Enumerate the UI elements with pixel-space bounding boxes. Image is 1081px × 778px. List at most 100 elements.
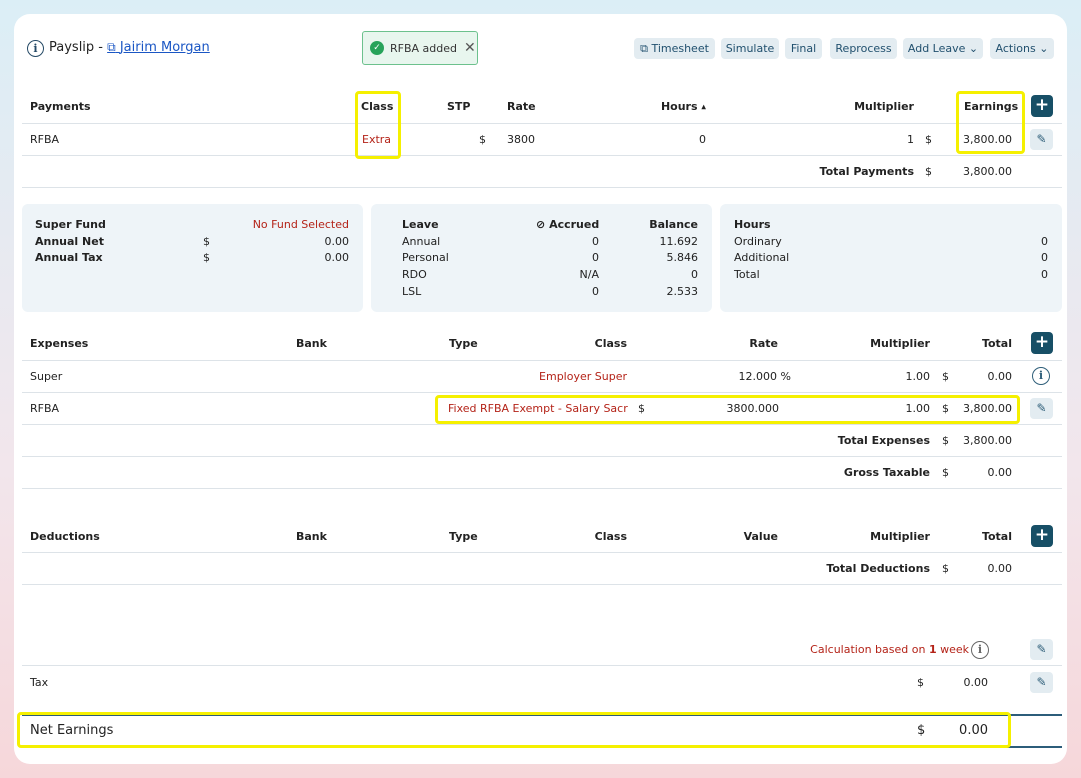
- final-button[interactable]: Final: [785, 38, 822, 59]
- leave-balance: 2.533: [666, 285, 699, 298]
- super-fund-label: Super Fund: [35, 218, 106, 231]
- divider: [22, 360, 1062, 361]
- expense-multiplier: 1.00: [905, 370, 931, 383]
- col-header-hours[interactable]: Hours ▲: [614, 100, 706, 113]
- leave-balance: 11.692: [659, 235, 699, 248]
- divider: [22, 665, 1062, 666]
- col-header-multiplier: Multiplier: [870, 337, 930, 350]
- payment-rate-currency: $: [479, 133, 486, 146]
- divider: [22, 424, 1062, 425]
- employee-link[interactable]: ⧉ Jairim Morgan: [107, 40, 210, 55]
- hours-header: Hours: [734, 218, 771, 231]
- leave-accrued: 0: [592, 285, 599, 298]
- super-panel: Super Fund No Fund Selected Annual Net $…: [22, 204, 363, 312]
- divider: [22, 155, 1062, 156]
- annual-net-label: Annual Net: [35, 235, 104, 248]
- final-label: Final: [790, 42, 817, 55]
- hours-value: 0: [1041, 268, 1048, 281]
- reprocess-button[interactable]: Reprocess: [830, 38, 897, 59]
- calculation-basis: Calculation based on 1 week: [714, 643, 969, 656]
- net-earnings-currency: $: [917, 723, 926, 738]
- expense-total: 3,800.00: [963, 402, 1012, 415]
- net-earnings-divider: [22, 714, 1062, 716]
- total-deductions-label: Total Deductions: [826, 562, 930, 575]
- edit-tax-button[interactable]: ✎: [1030, 672, 1053, 693]
- super-fund-value: No Fund Selected: [252, 218, 349, 231]
- edit-payment-button[interactable]: ✎: [1030, 129, 1053, 150]
- divider: [22, 123, 1062, 124]
- add-deduction-button[interactable]: +: [1031, 525, 1053, 547]
- leave-accrued: 0: [592, 251, 599, 264]
- highlight-box: [17, 712, 1011, 748]
- employee-name: Jairim Morgan: [119, 40, 210, 55]
- col-header-total: Total: [981, 530, 1012, 543]
- leave-header: Leave: [402, 218, 439, 231]
- expense-class: Employer Super: [539, 370, 627, 383]
- col-header-multiplier: Multiplier: [854, 100, 914, 113]
- calculation-unit: week: [936, 643, 969, 656]
- balance-header: Balance: [649, 218, 698, 231]
- hours-name: Total: [734, 268, 760, 281]
- col-header-value: Value: [743, 530, 778, 543]
- col-header-rate: Rate: [507, 100, 536, 113]
- info-icon[interactable]: i: [1032, 367, 1050, 385]
- total-expenses-value: 3,800.00: [963, 434, 1012, 447]
- accrued-label: Accrued: [549, 218, 600, 231]
- add-leave-button[interactable]: Add Leave ⌄: [903, 38, 983, 59]
- expense-rate: 12.000 %: [738, 370, 791, 383]
- annual-tax-label: Annual Tax: [35, 251, 103, 264]
- annual-net-currency: $: [203, 235, 210, 248]
- col-header-earnings: Earnings: [964, 100, 1019, 113]
- chevron-down-icon: ⌄: [968, 42, 979, 55]
- col-header-class: Class: [594, 337, 627, 350]
- edit-expense-button[interactable]: ✎: [1030, 398, 1053, 419]
- col-header-payments: Payments: [30, 100, 91, 113]
- hours-name: Ordinary: [734, 235, 782, 248]
- payment-class: Extra: [362, 133, 392, 146]
- annual-tax-currency: $: [203, 251, 210, 264]
- total-payments-label: Total Payments: [819, 165, 914, 178]
- tax-value: 0.00: [963, 676, 989, 689]
- gross-taxable-value: 0.00: [987, 466, 1013, 479]
- gross-taxable-label: Gross Taxable: [843, 466, 930, 479]
- leave-accrued: N/A: [579, 268, 599, 281]
- sort-asc-icon: ▲: [701, 103, 706, 111]
- expense-name: RFBA: [30, 402, 60, 415]
- add-payment-button[interactable]: +: [1031, 95, 1053, 117]
- annual-tax-value: 0.00: [324, 251, 350, 264]
- divider: [22, 187, 1062, 188]
- leave-panel: Leave ⊘ Accrued Balance Annual 0 11.692 …: [371, 204, 712, 312]
- actions-button[interactable]: Actions ⌄: [990, 38, 1054, 59]
- simulate-label: Simulate: [725, 42, 775, 55]
- hours-label: Hours: [660, 100, 698, 113]
- calculation-count: 1: [928, 643, 937, 656]
- external-link-icon: ⧉: [107, 40, 116, 54]
- timesheet-button[interactable]: ⧉ Timesheet: [634, 38, 715, 59]
- col-header-class: Class: [594, 530, 627, 543]
- check-circle-icon: ✓: [370, 41, 384, 55]
- payslip-card: i Payslip - ⧉ Jairim Morgan ✓ RFBA added…: [14, 14, 1067, 764]
- expense-name: Super: [30, 370, 63, 383]
- leave-balance: 0: [691, 268, 698, 281]
- info-icon[interactable]: i: [971, 641, 989, 659]
- add-expense-button[interactable]: +: [1031, 332, 1053, 354]
- divider: [22, 584, 1062, 585]
- net-earnings-value: 0.00: [959, 723, 988, 738]
- hours-name: Additional: [734, 251, 790, 264]
- divider: [22, 392, 1062, 393]
- simulate-button[interactable]: Simulate: [721, 38, 779, 59]
- accrued-header: ⊘ Accrued: [536, 218, 599, 231]
- title-prefix: Payslip -: [49, 40, 108, 55]
- edit-calculation-button[interactable]: ✎: [1030, 639, 1053, 660]
- leave-balance: 5.846: [666, 251, 699, 264]
- info-icon[interactable]: i: [27, 40, 44, 57]
- col-header-type: Type: [449, 530, 478, 543]
- payment-rate: 3800: [507, 133, 535, 146]
- col-header-type: Type: [449, 337, 478, 350]
- payment-name: RFBA: [30, 133, 60, 146]
- col-header-rate: Rate: [749, 337, 778, 350]
- close-icon[interactable]: ✕: [464, 40, 476, 56]
- total-deductions-value: 0.00: [987, 562, 1013, 575]
- col-header-multiplier: Multiplier: [870, 530, 930, 543]
- expense-rate-currency: $: [638, 402, 645, 415]
